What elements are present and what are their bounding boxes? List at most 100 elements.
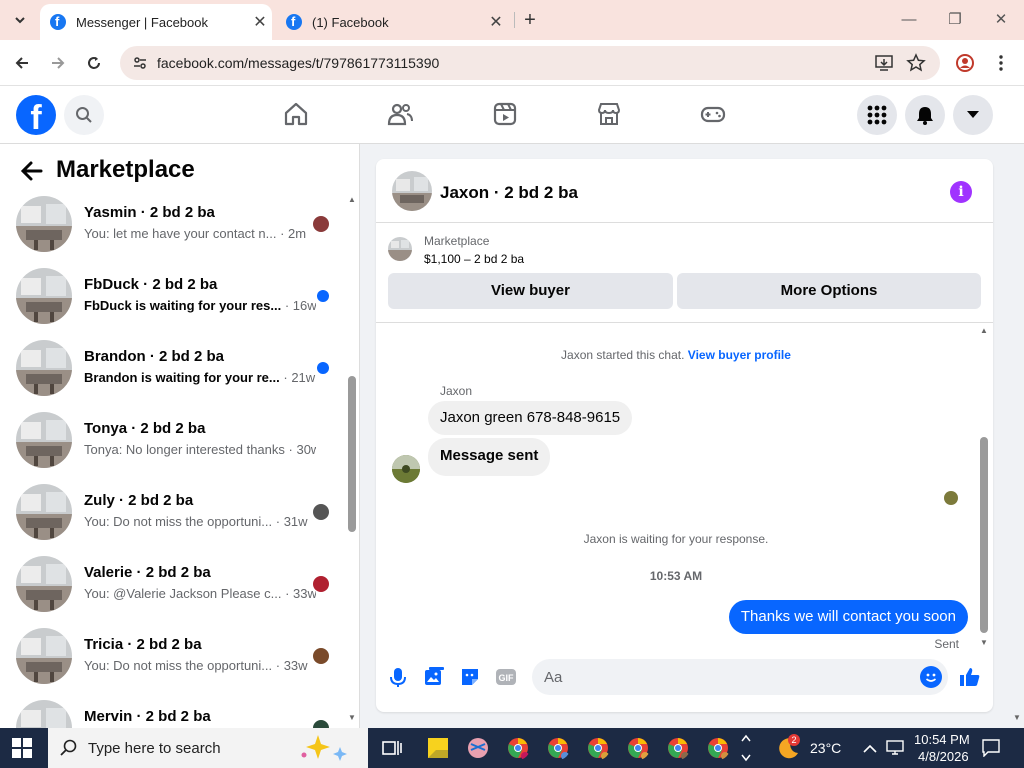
video-icon[interactable]: [491, 100, 519, 128]
gaming-icon[interactable]: [699, 100, 727, 128]
conversation-item[interactable]: Zuly · 2 bd 2 ba You: Do not miss the opp…: [0, 476, 340, 548]
friends-icon[interactable]: [386, 100, 414, 128]
conversation-name: Brandon · 2 bd 2 ba: [84, 348, 225, 365]
notification-center-icon[interactable]: [982, 739, 1000, 757]
more-options-button[interactable]: More Options: [677, 273, 981, 309]
back-button[interactable]: [8, 49, 36, 77]
chrome-profile-icon[interactable]: [546, 736, 570, 760]
incoming-message[interactable]: Message sent: [428, 438, 551, 476]
tab-search-menu-button[interactable]: [8, 8, 32, 32]
microphone-icon[interactable]: [386, 665, 410, 689]
house-thumbnail-icon: [16, 268, 72, 324]
facebook-logo-icon[interactable]: f: [16, 95, 56, 137]
conversation-item[interactable]: FbDuck · 2 bd 2 ba FbDuck is waiting for …: [0, 260, 340, 332]
listing-avatar[interactable]: [392, 171, 432, 211]
preview-text: FbDuck is waiting for your res...: [84, 298, 282, 313]
windows-start-icon[interactable]: [12, 738, 32, 758]
emoji-icon[interactable]: [920, 666, 942, 688]
conversation-time: · 33w: [285, 586, 316, 601]
notifications-button[interactable]: [905, 95, 945, 135]
task-view-icon[interactable]: [380, 736, 404, 760]
incoming-message[interactable]: Jaxon green 678-848-9615: [428, 401, 633, 435]
jaxon-avatar[interactable]: [392, 455, 420, 483]
weather-temperature[interactable]: 23°C: [810, 740, 841, 756]
conversation-item[interactable]: Yasmin · 2 bd 2 ba You: let me have your …: [0, 188, 340, 260]
facebook-search-button[interactable]: [64, 95, 104, 135]
scrollbar-thumb[interactable]: [348, 376, 356, 532]
scroll-up-icon[interactable]: ▲: [979, 327, 989, 335]
info-icon[interactable]: i: [950, 181, 972, 203]
sticky-notes-icon[interactable]: [426, 736, 450, 760]
tab-facebook[interactable]: (1) Facebook ✕: [276, 4, 508, 40]
conversation-time: · 2m: [280, 226, 307, 241]
new-tab-button[interactable]: +: [518, 8, 542, 32]
scroll-down-icon[interactable]: ▼: [347, 714, 357, 722]
page-scroll-down-icon[interactable]: ▼: [1012, 714, 1022, 722]
taskbar-search[interactable]: Type here to search: [48, 728, 368, 768]
chat-title[interactable]: Jaxon · 2 bd 2 ba: [440, 183, 578, 203]
scroll-up-icon[interactable]: ▲: [347, 196, 357, 204]
listing-thumbnail: [16, 628, 72, 684]
marketplace-icon[interactable]: [595, 100, 623, 128]
url-text[interactable]: facebook.com/messages/t/797861773115390: [157, 55, 439, 71]
account-button[interactable]: [953, 95, 993, 135]
chrome-profile-icon[interactable]: [626, 736, 650, 760]
reload-button[interactable]: [80, 49, 108, 77]
thumbs-up-icon[interactable]: [958, 665, 982, 689]
chrome-profile-icon[interactable]: [666, 736, 690, 760]
house-thumbnail-icon: [16, 412, 72, 468]
taskbar-scroll-icon[interactable]: [741, 733, 751, 763]
show-hidden-icons-icon[interactable]: [863, 744, 877, 754]
sticker-icon[interactable]: [458, 665, 482, 689]
minimize-button[interactable]: —: [886, 6, 932, 34]
chrome-profile-icon[interactable]: [586, 736, 610, 760]
smiley-face-icon: [925, 673, 937, 682]
network-icon[interactable]: [886, 740, 904, 756]
conversation-item[interactable]: Tonya · 2 bd 2 ba Tonya: No longer intere…: [0, 404, 340, 476]
tab-messenger[interactable]: Messenger | Facebook ✕: [40, 4, 272, 40]
avatar-photo-icon: [392, 455, 420, 483]
scrollbar-thumb[interactable]: [980, 437, 988, 633]
home-icon[interactable]: [282, 100, 310, 128]
outgoing-message[interactable]: Thanks we will contact you soon: [728, 600, 968, 634]
conversation-item[interactable]: Brandon · 2 bd 2 ba Brandon is waiting fo…: [0, 332, 340, 404]
message-thread: Jaxon started this chat. View buyer prof…: [376, 323, 993, 653]
listing-thumbnail: [16, 556, 72, 612]
site-settings-icon[interactable]: [132, 55, 148, 71]
profile-button[interactable]: [952, 50, 978, 76]
view-buyer-profile-link[interactable]: View buyer profile: [688, 348, 791, 362]
conversation-item[interactable]: Tricia · 2 bd 2 ba You: Do not miss the o…: [0, 620, 340, 692]
listing-card: Marketplace $1,100 – 2 bd 2 ba View buye…: [376, 223, 993, 323]
listing-thumbnail: [16, 412, 72, 468]
snipping-tool-icon[interactable]: [466, 736, 490, 760]
house-thumbnail-icon: [16, 196, 72, 252]
conversation-item[interactable]: Valerie · 2 bd 2 ba You: @Valerie Jackson…: [0, 548, 340, 620]
star-bookmark-icon[interactable]: [906, 53, 926, 73]
clock-time[interactable]: 10:54 PM: [914, 732, 970, 747]
message-input[interactable]: Aa: [532, 659, 948, 695]
listing-price: $1,100 – 2 bd 2 ba: [424, 252, 525, 266]
bell-icon: [917, 107, 933, 125]
chrome-profile-t-icon[interactable]: [506, 736, 530, 760]
gif-icon[interactable]: GIF: [494, 665, 518, 689]
restore-button[interactable]: ❐: [932, 6, 978, 34]
house-thumbnail-icon: [388, 237, 412, 261]
install-app-icon[interactable]: [874, 53, 894, 73]
conversation-name: FbDuck · 2 bd 2 ba: [84, 276, 218, 293]
scroll-down-icon[interactable]: ▼: [979, 639, 989, 647]
forward-button[interactable]: [44, 49, 72, 77]
chrome-profile-icon[interactable]: [706, 736, 730, 760]
listing-thumbnail: [388, 237, 412, 261]
menu-button[interactable]: [857, 95, 897, 135]
view-buyer-button[interactable]: View buyer: [388, 273, 673, 309]
close-window-button[interactable]: ✕: [978, 6, 1024, 34]
browser-menu-button[interactable]: [988, 50, 1014, 76]
tab-close-icon[interactable]: ✕: [248, 12, 272, 32]
conversation-item[interactable]: Mervin · 2 bd 2 ba: [0, 692, 340, 728]
address-bar[interactable]: facebook.com/messages/t/797861773115390: [120, 46, 940, 80]
clock-date[interactable]: 4/8/2026: [918, 749, 969, 764]
house-thumbnail-icon: [16, 484, 72, 540]
tab-close-icon[interactable]: ✕: [484, 12, 508, 32]
photo-icon[interactable]: [422, 665, 446, 689]
back-arrow-icon[interactable]: [18, 157, 46, 185]
